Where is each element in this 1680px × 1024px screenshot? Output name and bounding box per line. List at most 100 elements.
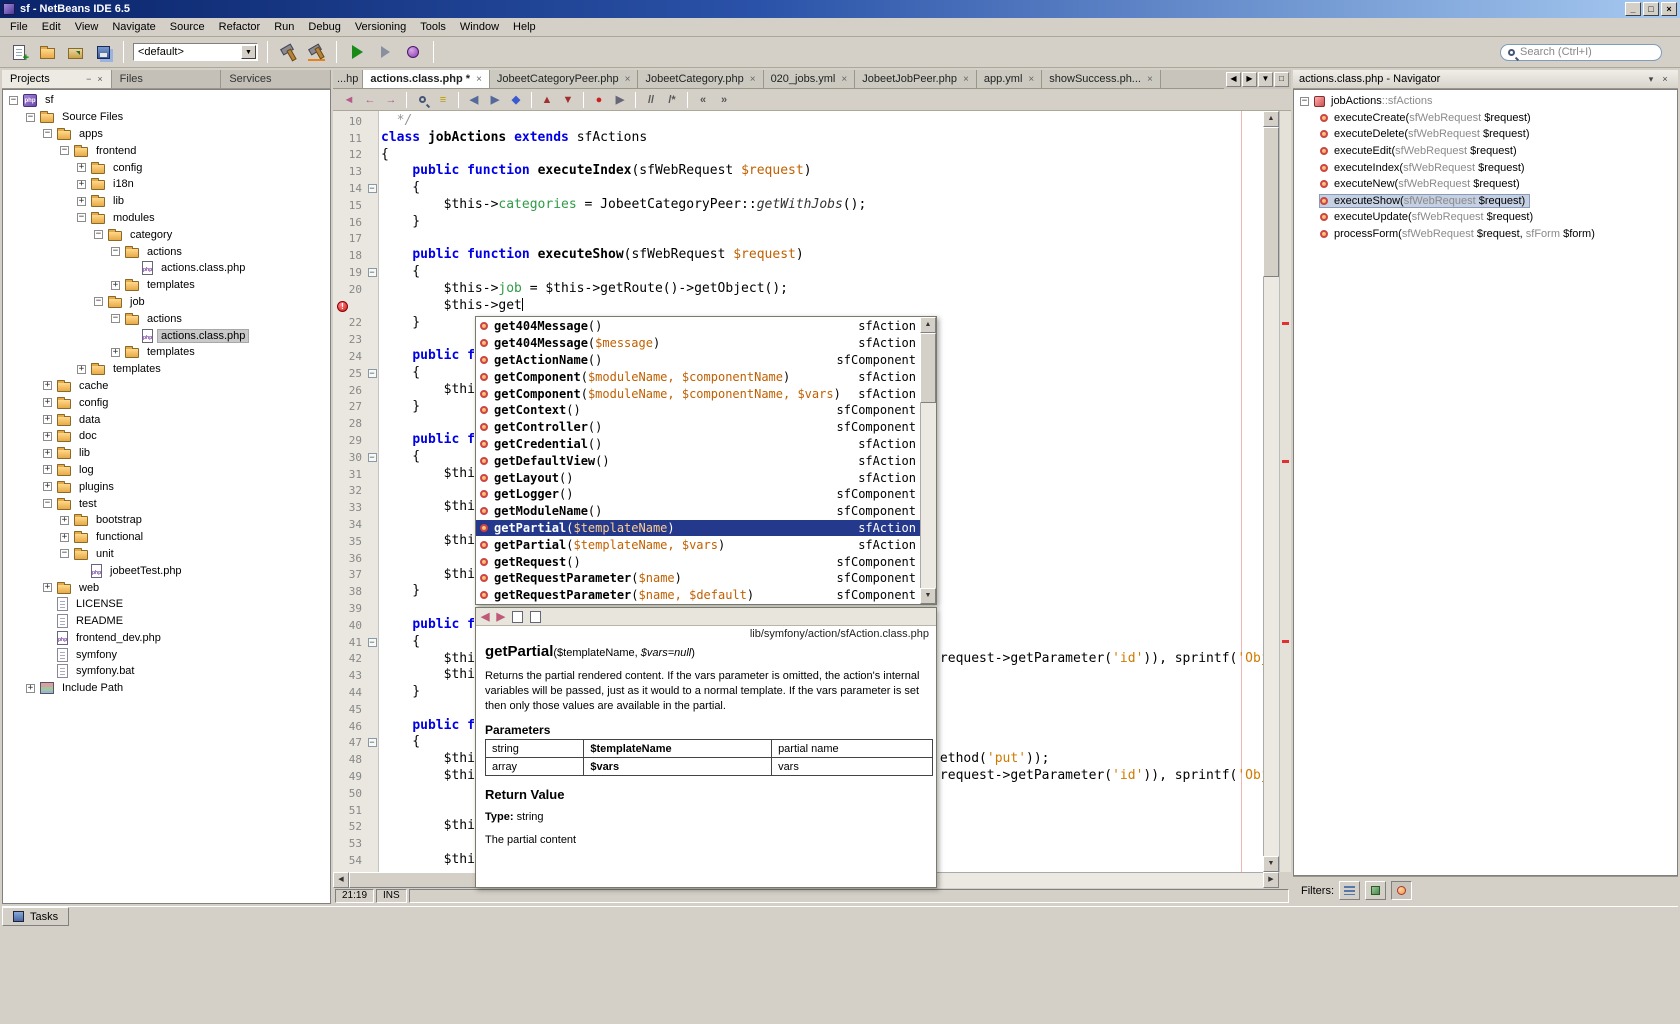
menu-window[interactable]: Window <box>453 19 506 35</box>
gutter-line[interactable]: 34 <box>333 516 378 533</box>
tree-item-symfony[interactable]: symfony <box>3 646 330 663</box>
tree-expander-icon[interactable]: + <box>111 348 120 357</box>
code-line[interactable]: { <box>381 264 1263 281</box>
tree-expander-icon[interactable]: − <box>94 230 103 239</box>
gutter-line[interactable]: 28 <box>333 415 378 432</box>
gutter-line[interactable]: 11 <box>333 130 378 147</box>
tree-item-actions[interactable]: −actions <box>3 243 330 260</box>
code-line[interactable]: public function executeIndex(sfWebReques… <box>381 163 1263 180</box>
gutter-line[interactable]: 22 <box>333 315 378 332</box>
gutter-line[interactable]: 43 <box>333 667 378 684</box>
tree-item-data[interactable]: +data <box>3 411 330 428</box>
doc-forward-icon[interactable]: ▶ <box>496 610 504 623</box>
navigator-dock-icon[interactable]: ▾ <box>1644 73 1658 86</box>
navigator-item[interactable]: executeShow(sfWebRequest $request) <box>1294 193 1677 210</box>
tree-item-symfony-bat[interactable]: symfony.bat <box>3 663 330 680</box>
gutter-line[interactable]: 36 <box>333 550 378 567</box>
navigator-item[interactable]: executeIndex(sfWebRequest $request) <box>1294 159 1677 176</box>
gutter-line[interactable]: 50 <box>333 785 378 802</box>
completion-item[interactable]: getLayout()sfAction <box>476 469 920 486</box>
scroll-tabs-left-icon[interactable]: ◀ <box>1226 72 1241 87</box>
run-project-button[interactable] <box>344 39 370 65</box>
tree-item-templates[interactable]: +templates <box>3 361 330 378</box>
tab-close-icon[interactable]: × <box>1028 74 1034 85</box>
tree-expander-icon[interactable]: + <box>43 415 52 424</box>
gutter-line[interactable]: 53 <box>333 835 378 852</box>
error-mark-icon[interactable] <box>1282 322 1289 325</box>
tree-item-license[interactable]: LICENSE <box>3 596 330 613</box>
editor-tab[interactable]: JobeetCategoryPeer.php× <box>490 70 639 88</box>
save-all-button[interactable] <box>90 39 116 65</box>
gutter-line[interactable]: 12 <box>333 147 378 164</box>
scroll-tabs-right-icon[interactable]: ▶ <box>1242 72 1257 87</box>
tree-expander-icon[interactable]: + <box>60 516 69 525</box>
filter-non-public-button[interactable] <box>1391 881 1412 900</box>
navigator-item[interactable]: executeNew(sfWebRequest $request) <box>1294 176 1677 193</box>
tree-item-include-path[interactable]: +Include Path <box>3 680 330 697</box>
quick-search-input[interactable]: Search (Ctrl+I) <box>1500 44 1662 61</box>
menu-navigate[interactable]: Navigate <box>105 19 162 35</box>
close-button[interactable]: × <box>1661 2 1677 16</box>
tree-item-sf[interactable]: −sf <box>3 92 330 109</box>
completion-item[interactable]: getContext()sfComponent <box>476 402 920 419</box>
configuration-combobox[interactable]: <default>▼ <box>133 43 258 61</box>
panel-minimize-icon[interactable]: − <box>86 74 91 84</box>
tree-item-readme[interactable]: README <box>3 613 330 630</box>
navigator-item[interactable]: executeDelete(sfWebRequest $request) <box>1294 126 1677 143</box>
panel-tab-projects[interactable]: Projects−× <box>2 70 112 88</box>
panel-tab-files[interactable]: Files <box>112 70 222 88</box>
menu-edit[interactable]: Edit <box>35 19 68 35</box>
toggle-bookmark-button[interactable]: ◆ <box>506 91 526 109</box>
editor-tab[interactable]: ...hp <box>333 70 363 88</box>
vertical-scroll-thumb[interactable] <box>1263 127 1279 277</box>
code-line[interactable]: $this->job = $this->getRoute()->getObjec… <box>381 281 1263 298</box>
error-mark-icon[interactable] <box>1282 460 1289 463</box>
gutter-line[interactable]: 16 <box>333 214 378 231</box>
tree-expander-icon[interactable]: + <box>43 449 52 458</box>
editor-tab[interactable]: JobeetJobPeer.php× <box>855 70 977 88</box>
profile-project-button[interactable] <box>400 39 426 65</box>
gutter-line[interactable]: 54 <box>333 852 378 869</box>
navigator-item[interactable]: executeUpdate(sfWebRequest $request) <box>1294 209 1677 226</box>
show-doc-in-browser-icon[interactable] <box>512 611 523 623</box>
menu-debug[interactable]: Debug <box>301 19 347 35</box>
gutter-line[interactable]: 42 <box>333 651 378 668</box>
completion-item[interactable]: getRequest()sfComponent <box>476 553 920 570</box>
vertical-scrollbar[interactable]: ▲ ▼ <box>1263 111 1279 872</box>
tree-item-config[interactable]: +config <box>3 394 330 411</box>
tree-expander-icon[interactable]: − <box>26 113 35 122</box>
tree-expander-icon[interactable]: + <box>111 281 120 290</box>
tree-item-lib[interactable]: +lib <box>3 445 330 462</box>
previous-bookmark-button[interactable]: ◀ <box>464 91 484 109</box>
doc-window-icon[interactable] <box>530 611 541 623</box>
navigator-root[interactable]: −jobActions::sfActions <box>1294 93 1677 110</box>
code-line[interactable] <box>381 231 1263 248</box>
gutter-line[interactable]: 35 <box>333 533 378 550</box>
gutter-line[interactable]: 25− <box>333 365 378 382</box>
tree-item-actions[interactable]: −actions <box>3 310 330 327</box>
tree-item-actions-class-php[interactable]: actions.class.php <box>3 260 330 277</box>
tree-expander-icon[interactable]: − <box>60 146 69 155</box>
code-line[interactable]: $this->categories = JobeetCategoryPeer::… <box>381 197 1263 214</box>
completion-item[interactable]: get404Message()sfAction <box>476 318 920 335</box>
gutter-line[interactable]: 45 <box>333 701 378 718</box>
tree-expander-icon[interactable]: − <box>9 96 18 105</box>
gutter-line[interactable]: 46 <box>333 718 378 735</box>
tree-expander-icon[interactable]: + <box>77 365 86 374</box>
gutter-line[interactable]: 24 <box>333 348 378 365</box>
highlight-occurrences-button[interactable]: ≡ <box>433 91 453 109</box>
gutter-line[interactable]: 30− <box>333 449 378 466</box>
menu-view[interactable]: View <box>68 19 106 35</box>
completion-item[interactable]: getLogger()sfComponent <box>476 486 920 503</box>
gutter-line[interactable]: 17 <box>333 231 378 248</box>
fold-toggle-icon[interactable]: − <box>368 638 377 647</box>
tree-expander-icon[interactable]: + <box>43 583 52 592</box>
scroll-left-icon[interactable]: ◀ <box>333 872 349 888</box>
gutter-line[interactable]: 49 <box>333 768 378 785</box>
gutter-line[interactable]: 13 <box>333 163 378 180</box>
toggle-breakpoint-button[interactable]: ● <box>589 91 609 109</box>
gutter-line[interactable]: 29 <box>333 432 378 449</box>
tree-expander-icon[interactable]: − <box>43 499 52 508</box>
gutter-line[interactable]: 23 <box>333 331 378 348</box>
scroll-up-icon[interactable]: ▲ <box>920 317 936 333</box>
